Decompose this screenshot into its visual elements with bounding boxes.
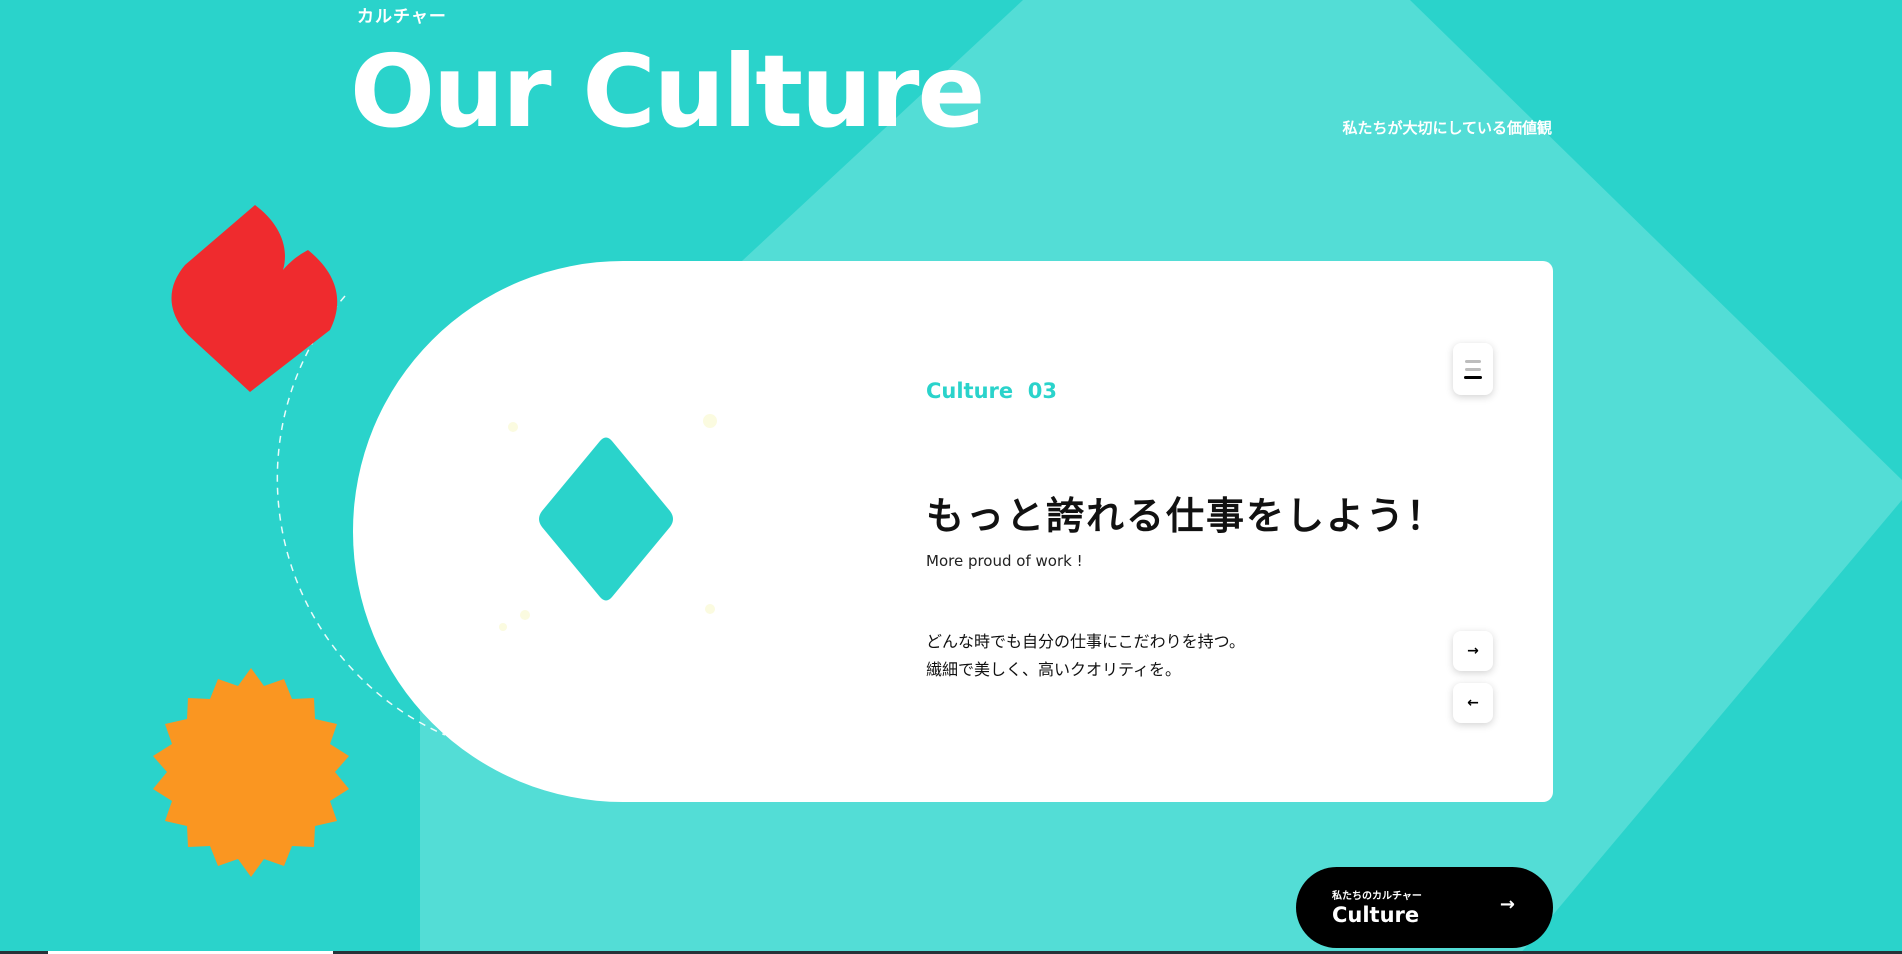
page-title: Our Culture	[350, 33, 985, 150]
culture-index: 03	[1027, 379, 1058, 403]
card-body-line-1: どんな時でも自分の仕事にこだわりを持つ。	[926, 632, 1246, 651]
section-eyebrow: カルチャー	[357, 7, 447, 27]
card-body: どんな時でも自分の仕事にこだわりを持つ。 繊細で美しく、高いクオリティを。	[926, 628, 1245, 684]
red-heart-shape	[171, 205, 338, 392]
cta-sub-label: 私たちのカルチャー	[1332, 891, 1422, 902]
arrow-right-icon: →	[1499, 894, 1515, 915]
cta-label: Culture	[1332, 903, 1420, 927]
culture-cta-button[interactable]: 私たちのカルチャー Culture →	[1296, 867, 1553, 948]
card-body-line-2: 繊細で美しく、高いクオリティを。	[926, 660, 1182, 679]
hamburger-menu-icon[interactable]	[1453, 343, 1493, 395]
culture-label: Culture	[926, 379, 1014, 403]
card-heading: もっと誇れる仕事をしよう！	[926, 494, 1447, 538]
teal-diamond-shape	[499, 414, 717, 631]
orange-starburst-shape	[153, 668, 349, 877]
arrow-right-icon[interactable]: →	[1453, 631, 1493, 671]
arrow-left-icon[interactable]: ←	[1453, 683, 1493, 723]
culture-number: Culture 03	[926, 379, 1057, 403]
page-subtitle: 私たちが大切にしている価値観	[1342, 119, 1552, 137]
card-heading-en: More proud of work !	[926, 552, 1083, 570]
culture-card: Culture 03 もっと誇れる仕事をしよう！ More proud of w…	[353, 261, 1553, 802]
